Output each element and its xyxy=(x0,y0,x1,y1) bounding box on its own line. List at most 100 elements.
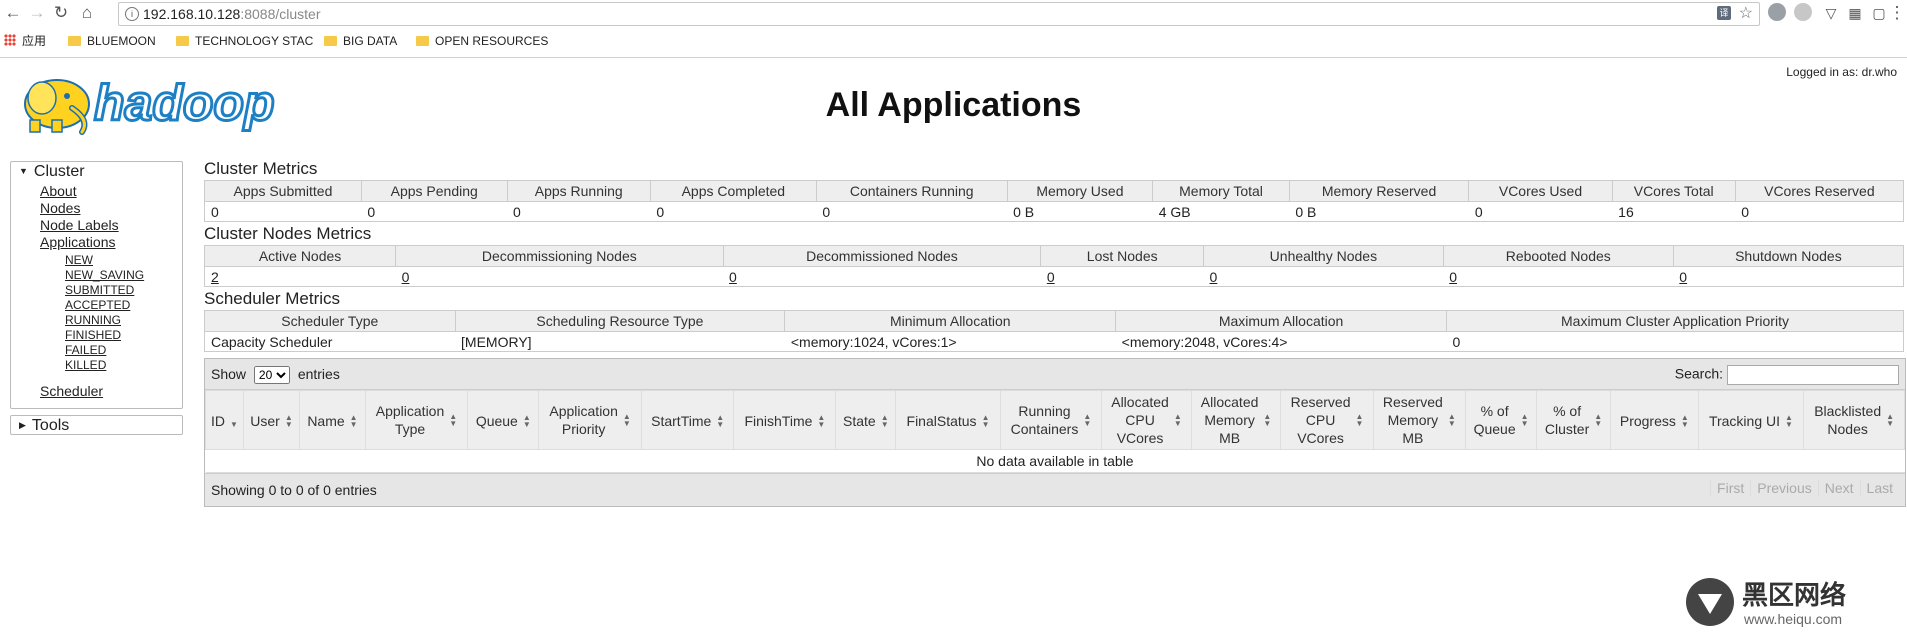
menu-kebab-icon[interactable]: ⋮ xyxy=(1886,2,1907,24)
metric-value-link[interactable]: 0 xyxy=(402,269,410,285)
app-state-running[interactable]: RUNNING xyxy=(11,313,182,328)
bookmark-star-icon[interactable]: ☆ xyxy=(1739,3,1753,25)
metric-value[interactable]: 0 xyxy=(1443,266,1674,287)
page-size-control: Show 20 entries xyxy=(211,366,340,384)
forward-arrow-icon[interactable]: → xyxy=(26,2,48,24)
sortable-column-header[interactable]: Allocated CPU VCores▲ ▼ xyxy=(1101,390,1192,450)
sortable-column-header[interactable]: FinishTime ▲ ▼ xyxy=(733,390,837,450)
cluster-toggle[interactable]: ▼ Cluster xyxy=(11,162,182,180)
metric-header: Apps Running xyxy=(506,180,651,202)
extension-icon[interactable] xyxy=(1768,3,1786,21)
sort-arrows-icon: ▲ ▼ xyxy=(349,412,358,429)
metric-value-link[interactable]: 0 xyxy=(1210,269,1218,285)
app-state-failed[interactable]: FAILED xyxy=(11,343,182,358)
sortable-column-header[interactable]: % of Queue▲ ▼ xyxy=(1464,390,1538,450)
datatable-footer: Showing 0 to 0 of 0 entries First Previou… xyxy=(205,473,1905,506)
page-size-select[interactable]: 20 xyxy=(253,366,290,384)
extension-icon[interactable]: ▦ xyxy=(1844,2,1866,24)
main-content: Cluster Metrics Apps Submitted Apps Pendi… xyxy=(203,158,1906,507)
sortable-column-header[interactable]: Allocated Memory MB▲ ▼ xyxy=(1190,390,1282,450)
app-state-finished[interactable]: FINISHED xyxy=(11,328,182,343)
bookmark-bluemoon[interactable]: BLUEMOON xyxy=(68,33,156,49)
app-state-new-saving[interactable]: NEW_SAVING xyxy=(11,268,182,283)
metric-value-link[interactable]: 0 xyxy=(1449,269,1457,285)
sortable-column-header[interactable]: StartTime ▲ ▼ xyxy=(640,390,735,450)
metric-header: Rebooted Nodes xyxy=(1442,245,1674,267)
tools-panel: ▶ Tools xyxy=(10,415,183,435)
app-state-new[interactable]: NEW xyxy=(11,253,182,268)
sortable-column-header[interactable]: Reserved CPU VCores▲ ▼ xyxy=(1280,390,1374,450)
translate-icon[interactable]: 译 xyxy=(1717,6,1731,20)
address-bar[interactable]: i 192.168.10.128:8088/cluster 译 ☆ xyxy=(118,2,1760,26)
search-control: Search: xyxy=(1675,365,1899,385)
metric-header: Maximum Cluster Application Priority xyxy=(1445,310,1905,332)
sortable-column-header[interactable]: Tracking UI ▲ ▼ xyxy=(1697,390,1805,450)
sort-arrows-icon: ▲ ▼ xyxy=(817,412,826,429)
metric-value[interactable]: 2 xyxy=(203,266,396,287)
bookmark-label: 应用 xyxy=(22,34,47,48)
sort-arrows-icon: ▲ ▼ xyxy=(880,412,889,429)
sortable-column-header[interactable]: ID ▼ xyxy=(205,390,244,450)
sortable-column-header[interactable]: Blacklisted Nodes▲ ▼ xyxy=(1803,390,1905,450)
sidebar-link-about[interactable]: About xyxy=(11,183,182,200)
bookmark-technology[interactable]: TECHNOLOGY STAC xyxy=(176,33,313,49)
sort-arrows-icon: ▼ xyxy=(229,419,238,429)
sortable-column-header[interactable]: User ▲ ▼ xyxy=(242,390,301,450)
extension-icon[interactable] xyxy=(1794,3,1812,21)
sidebar-link-nodes[interactable]: Nodes xyxy=(11,200,182,217)
metric-header: Memory Used xyxy=(1006,180,1154,202)
app-state-submitted[interactable]: SUBMITTED xyxy=(11,283,182,298)
metric-header: Apps Completed xyxy=(649,180,817,202)
metric-value[interactable]: 0 xyxy=(723,266,1041,287)
metric-value-link[interactable]: 0 xyxy=(1679,269,1687,285)
sortable-column-header[interactable]: State ▲ ▼ xyxy=(835,390,897,450)
sortable-column-header[interactable]: Progress ▲ ▼ xyxy=(1609,390,1699,450)
sort-arrows-icon: ▲ ▼ xyxy=(1263,412,1272,428)
metric-value[interactable]: 0 xyxy=(395,266,724,287)
metric-value[interactable]: 0 xyxy=(1040,266,1204,287)
sortable-column-header[interactable]: Application Priority▲ ▼ xyxy=(538,390,642,450)
bookmark-open-resources[interactable]: OPEN RESOURCES xyxy=(416,33,548,49)
back-arrow-icon[interactable]: ← xyxy=(2,2,24,24)
sort-arrows-icon: ▲ ▼ xyxy=(1355,412,1364,428)
bookmark-apps[interactable]: 应用 xyxy=(4,33,46,49)
pager-next-button[interactable]: Next xyxy=(1817,480,1860,496)
home-icon[interactable]: ⌂ xyxy=(76,2,98,24)
pager-first-button[interactable]: First xyxy=(1710,480,1750,496)
show-label: Show xyxy=(211,366,247,382)
sortable-column-header[interactable]: % of Cluster▲ ▼ xyxy=(1536,390,1611,450)
metric-header: Containers Running xyxy=(815,180,1008,202)
app-state-killed[interactable]: KILLED xyxy=(11,358,182,373)
info-icon[interactable]: i xyxy=(125,7,139,21)
metric-value[interactable]: 0 xyxy=(1673,266,1905,287)
tools-toggle[interactable]: ▶ Tools xyxy=(11,416,182,434)
folder-icon xyxy=(324,36,337,46)
sidebar-link-node-labels[interactable]: Node Labels xyxy=(11,217,182,234)
sortable-column-header[interactable]: Reserved Memory MB▲ ▼ xyxy=(1372,390,1467,450)
browser-nav-row: ← → ↻ ⌂ i 192.168.10.128:8088/cluster 译 … xyxy=(0,0,1907,26)
sidebar-link-applications[interactable]: Applications xyxy=(11,234,182,251)
watermark-url: www.heiqu.com xyxy=(1743,611,1842,627)
sortable-column-header[interactable]: Running Containers▲ ▼ xyxy=(999,390,1103,450)
sortable-column-header[interactable]: Application Type▲ ▼ xyxy=(364,390,469,450)
bookmark-big-data[interactable]: BIG DATA xyxy=(324,33,397,49)
triangle-right-icon: ▶ xyxy=(19,420,26,430)
metric-value-link[interactable]: 2 xyxy=(211,269,219,285)
scheduler-metrics-table: Scheduler Type Scheduling Resource Type Mi… xyxy=(204,310,1905,352)
reload-icon[interactable]: ↻ xyxy=(50,2,72,24)
sortable-column-header[interactable]: Name ▲ ▼ xyxy=(299,390,366,450)
pager-last-button[interactable]: Last xyxy=(1859,480,1899,496)
metric-value: Capacity Scheduler xyxy=(204,331,456,352)
search-input[interactable] xyxy=(1727,365,1899,385)
metric-value[interactable]: 0 xyxy=(1203,266,1444,287)
metric-value-link[interactable]: 0 xyxy=(729,269,737,285)
extension-shield-icon[interactable]: ▽ xyxy=(1820,2,1842,24)
metric-header: Apps Pending xyxy=(360,180,508,202)
sortable-column-header[interactable]: FinalStatus ▲ ▼ xyxy=(895,390,1001,450)
app-state-accepted[interactable]: ACCEPTED xyxy=(11,298,182,313)
metric-value-link[interactable]: 0 xyxy=(1047,269,1055,285)
sidebar-link-scheduler[interactable]: Scheduler xyxy=(11,383,182,400)
pager-previous-button[interactable]: Previous xyxy=(1750,480,1817,496)
sortable-column-header[interactable]: Queue ▲ ▼ xyxy=(467,390,540,450)
nodes-metrics-table: Active Nodes Decommissioning Nodes Decommi… xyxy=(203,245,1905,287)
